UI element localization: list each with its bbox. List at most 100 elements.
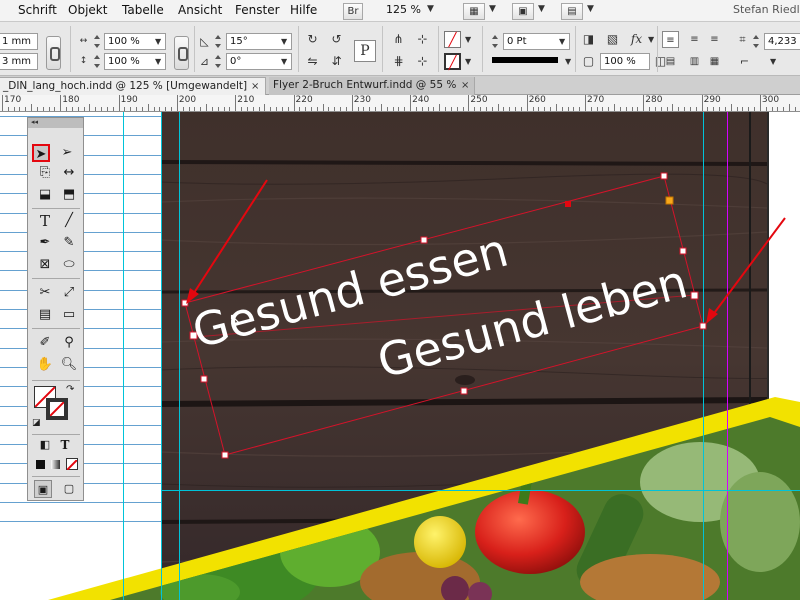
content-collector-icon[interactable]: ⬓: [36, 186, 54, 204]
selection-handle[interactable]: [699, 322, 707, 330]
direct-selection-tool-icon[interactable]: ➢: [58, 144, 76, 162]
offset-field[interactable]: 4,233 mm: [764, 33, 800, 50]
close-icon[interactable]: ×: [251, 78, 259, 95]
pen-tool-icon[interactable]: ✒: [36, 234, 54, 252]
screen-mode-icon[interactable]: ▣: [512, 3, 534, 20]
stroke-type-dropdown-icon[interactable]: ▼: [565, 57, 571, 66]
line-tool-icon[interactable]: ╱: [60, 212, 78, 230]
gradient-feather-tool-icon[interactable]: ▭: [60, 306, 78, 324]
text-out-port[interactable]: [690, 291, 699, 300]
view-options-icon[interactable]: ▦: [463, 3, 485, 20]
wrap-none-icon[interactable]: ▤: [662, 53, 679, 70]
rotation-center-handle[interactable]: [565, 201, 571, 207]
height-field[interactable]: 3 mm: [0, 53, 38, 70]
zoom-tool-icon[interactable]: 🔍︎: [60, 356, 78, 374]
canvas-workspace[interactable]: Gesund essen Gesund leben ↖ ◂◂ ➤ ➢ ⎘ ↔ ⬓…: [0, 112, 800, 600]
fill-stroke-swatch[interactable]: ↷ ◪: [32, 384, 78, 430]
menu-fenster[interactable]: Fenster: [235, 3, 280, 17]
selection-handle[interactable]: [200, 375, 208, 383]
scale-x-stepper[interactable]: [93, 33, 102, 50]
page-tool-icon[interactable]: ⎘: [36, 164, 54, 182]
menu-objekt[interactable]: Objekt: [68, 3, 107, 17]
arrange-documents-icon[interactable]: ▤: [561, 3, 583, 20]
bridge-button[interactable]: Br: [343, 3, 363, 20]
formatting-container-icon[interactable]: ◧: [36, 436, 54, 454]
gap-tool-icon[interactable]: ↔: [60, 164, 78, 182]
stroke-type-icon[interactable]: [492, 57, 558, 63]
wrap-jump-icon[interactable]: ▦: [706, 53, 723, 70]
apply-none-icon[interactable]: [66, 458, 78, 471]
scale-y-stepper[interactable]: [93, 53, 102, 70]
fill-dropdown-icon[interactable]: ▼: [465, 35, 471, 44]
apply-color-icon[interactable]: [36, 460, 45, 469]
screen-mode-dropdown-icon[interactable]: ▼: [538, 4, 545, 14]
close-icon[interactable]: ×: [461, 77, 469, 94]
drop-shadow-icon[interactable]: ◨: [580, 31, 597, 48]
tab-din-lang[interactable]: _DIN_lang_hoch.indd @ 125 % [Umgewandelt…: [0, 77, 266, 95]
menu-schrift[interactable]: Schrift: [18, 3, 57, 17]
note-tool-icon[interactable]: ✐: [36, 334, 54, 352]
selection-handle[interactable]: [660, 172, 668, 180]
menu-ansicht[interactable]: Ansicht: [178, 3, 222, 17]
fill-swatch-icon[interactable]: ╱: [444, 31, 461, 48]
effects-icon[interactable]: fx: [628, 31, 645, 48]
scale-y-dropdown-icon[interactable]: ▼: [155, 57, 161, 66]
type-tool-icon[interactable]: T: [36, 212, 54, 230]
frame-edge-handle[interactable]: [665, 196, 674, 205]
default-colors-icon[interactable]: ◪: [32, 418, 41, 428]
wrap-bbox-icon[interactable]: ▥: [686, 53, 703, 70]
scissors-tool-icon[interactable]: ✂: [36, 284, 54, 302]
user-name[interactable]: Stefan Riedl: [733, 3, 800, 16]
select-container-icon[interactable]: ⋔: [390, 31, 407, 48]
corner-options-icon[interactable]: ⌗: [734, 31, 751, 48]
shear-dropdown-icon[interactable]: ▼: [281, 57, 287, 66]
rotation-stepper[interactable]: [214, 33, 223, 50]
stroke-weight-dropdown-icon[interactable]: ▼: [559, 37, 565, 46]
effects-dropdown-icon[interactable]: ▼: [648, 35, 654, 44]
preview-mode-icon[interactable]: ▢: [60, 480, 78, 498]
page-artwork[interactable]: Gesund essen Gesund leben ↖: [0, 112, 800, 600]
swap-colors-icon[interactable]: ↷: [66, 384, 74, 395]
ellipse-tool-icon[interactable]: ⬭: [60, 256, 78, 274]
apply-gradient-icon[interactable]: [51, 460, 60, 469]
select-previous-icon[interactable]: ⋕: [390, 53, 407, 70]
collapse-icon[interactable]: ◂◂: [31, 118, 38, 126]
object-style-icon[interactable]: ▧: [604, 31, 621, 48]
view-options-dropdown-icon[interactable]: ▼: [489, 4, 496, 14]
formatting-text-icon[interactable]: T: [56, 436, 74, 454]
stroke-swatch[interactable]: [46, 398, 68, 420]
rotate-counterclockwise-icon[interactable]: ↺: [328, 31, 345, 48]
corner-shape-icon[interactable]: ⌐: [736, 53, 753, 70]
zoom-dropdown-icon[interactable]: ▼: [427, 4, 434, 14]
arrange-documents-dropdown-icon[interactable]: ▼: [587, 4, 594, 14]
reference-point-icon[interactable]: P: [354, 40, 376, 62]
constrain-proportions-icon[interactable]: [46, 36, 61, 70]
constrain-scale-icon[interactable]: [174, 36, 189, 70]
select-next-icon[interactable]: ⊹: [414, 53, 431, 70]
selection-handle[interactable]: [221, 451, 229, 459]
selection-handle[interactable]: [679, 247, 687, 255]
stroke-weight-stepper[interactable]: [491, 33, 500, 50]
align-right-icon[interactable]: ≡: [706, 31, 723, 48]
select-content-icon[interactable]: ⊹: [414, 31, 431, 48]
text-frame-icon[interactable]: ≡: [662, 31, 679, 48]
stroke-dropdown-icon[interactable]: ▼: [465, 57, 471, 66]
content-placer-icon[interactable]: ⬒: [60, 186, 78, 204]
width-field[interactable]: 1 mm: [0, 33, 38, 50]
corner-shape-dropdown-icon[interactable]: ▼: [770, 57, 776, 66]
menu-tabelle[interactable]: Tabelle: [122, 3, 164, 17]
opacity-field[interactable]: 100 %: [600, 53, 650, 70]
gradient-swatch-tool-icon[interactable]: ▤: [36, 306, 54, 324]
normal-view-mode-icon[interactable]: ▣: [34, 480, 52, 498]
selection-handle[interactable]: [460, 387, 468, 395]
stroke-swatch-icon[interactable]: ╱: [444, 53, 461, 71]
rotate-clockwise-icon[interactable]: ↻: [304, 31, 321, 48]
pencil-tool-icon[interactable]: ✎: [60, 234, 78, 252]
free-transform-tool-icon[interactable]: ⤢: [60, 284, 78, 302]
scale-x-dropdown-icon[interactable]: ▼: [155, 37, 161, 46]
offset-stepper[interactable]: [752, 33, 761, 50]
shear-stepper[interactable]: [214, 53, 223, 70]
selection-tool-icon[interactable]: ➤: [32, 144, 50, 162]
flip-horizontal-icon[interactable]: ⇋: [304, 53, 321, 70]
rotation-dropdown-icon[interactable]: ▼: [281, 37, 287, 46]
